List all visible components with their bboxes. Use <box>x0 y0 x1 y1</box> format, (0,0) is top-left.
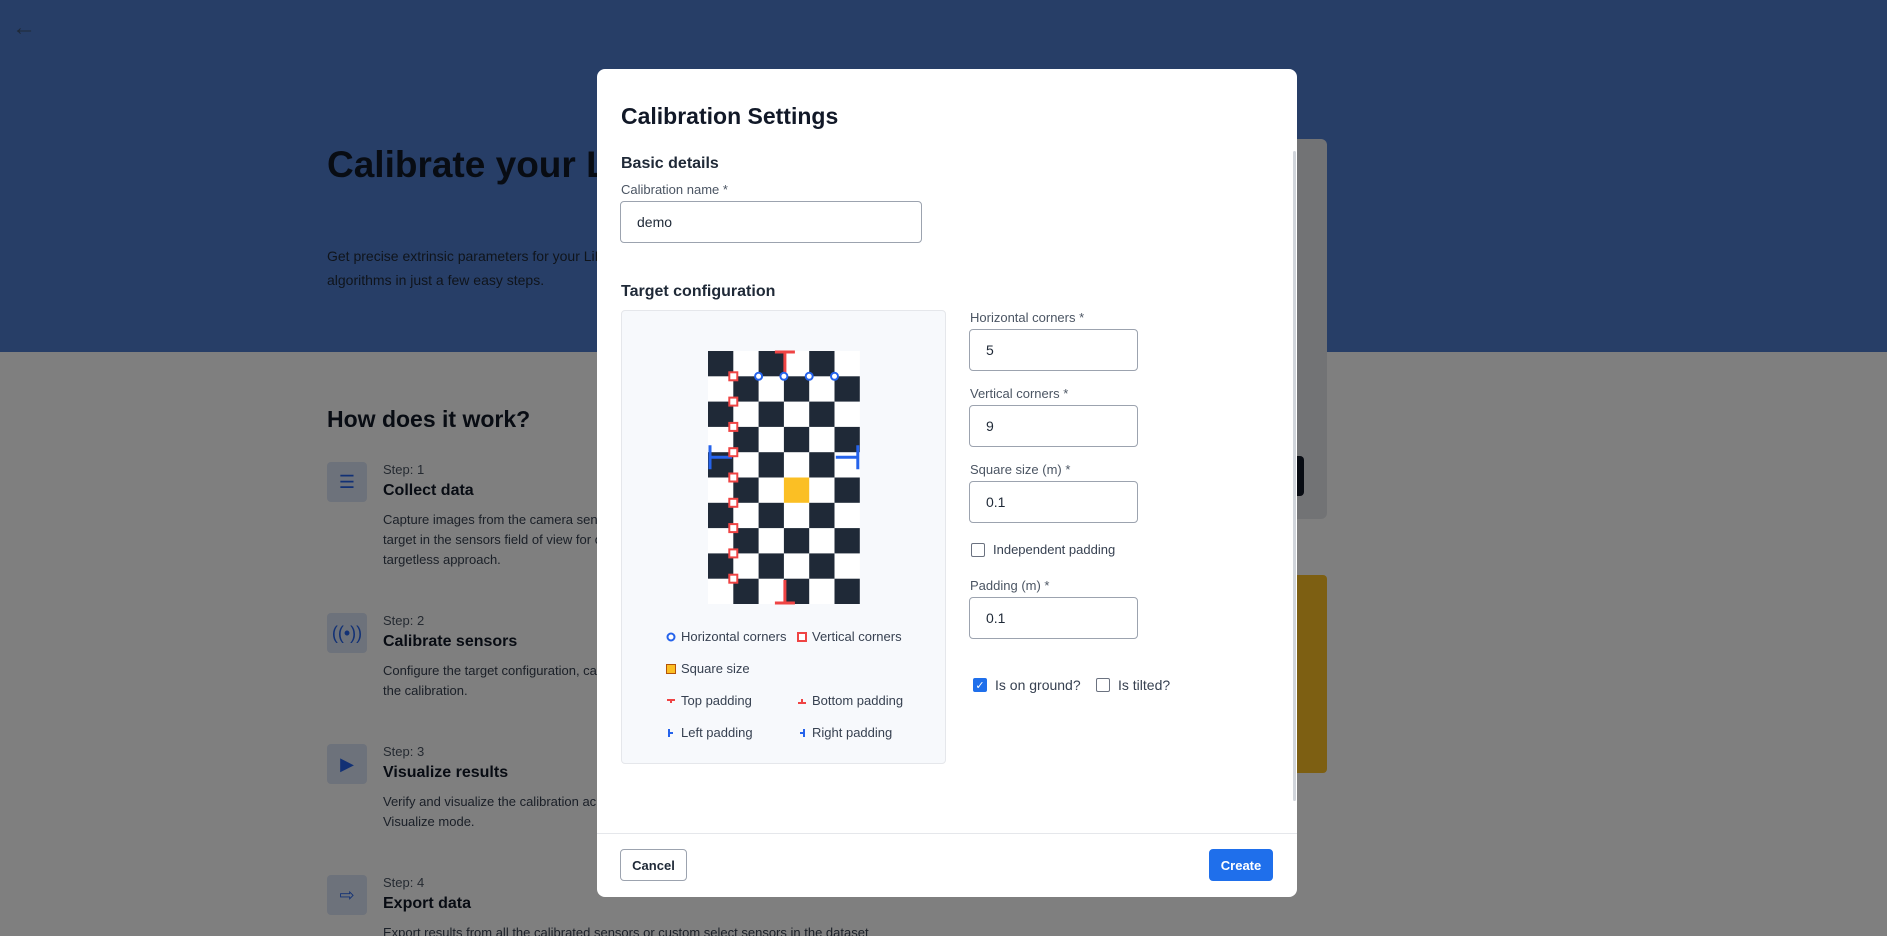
vertical-corner-marker <box>728 421 739 432</box>
board-square <box>783 528 810 554</box>
board-square <box>809 553 835 579</box>
board-square <box>834 477 860 503</box>
horizontal-corner-marker <box>779 371 789 381</box>
legend-horizontal-corners: Horizontal corners <box>666 629 787 644</box>
board-square <box>809 502 835 529</box>
vertical-corners-input[interactable] <box>969 405 1138 447</box>
square-size-highlight <box>783 477 810 503</box>
target-configuration-heading: Target configuration <box>621 283 776 300</box>
calibration-name-label: Calibration name * <box>621 182 728 197</box>
square-size-marker-icon <box>666 663 676 674</box>
target-preview-panel: Horizontal corners Vertical corners Squa… <box>621 310 946 764</box>
board-square <box>809 351 835 377</box>
back-arrow-icon[interactable]: ← <box>12 14 36 42</box>
bottom-padding-marker-icon <box>797 696 807 706</box>
square-size-label: Square size (m) * <box>970 462 1071 477</box>
board-square <box>834 376 860 402</box>
board-square <box>834 426 860 453</box>
padding-label: Padding (m) * <box>970 578 1050 593</box>
horizontal-corner-marker <box>804 371 814 381</box>
board-square <box>758 401 784 427</box>
board-square <box>758 553 784 579</box>
footer-divider <box>597 833 1297 834</box>
board-square <box>783 376 810 402</box>
checkbox-label: Independent padding <box>993 542 1116 557</box>
legend-label: Top padding <box>681 693 752 708</box>
board-square <box>809 401 835 427</box>
board-square <box>783 426 810 453</box>
top-padding-marker-icon <box>666 696 676 706</box>
dialog-title: Calibration Settings <box>621 103 839 129</box>
legend-label: Square size <box>681 661 750 676</box>
board-square <box>809 452 835 478</box>
horizontal-corners-input[interactable] <box>969 329 1138 371</box>
basic-details-heading: Basic details <box>621 155 719 172</box>
legend-vertical-corners: Vertical corners <box>797 629 902 644</box>
vertical-corner-marker <box>728 497 739 508</box>
legend-label: Horizontal corners <box>681 629 787 644</box>
square-size-input[interactable] <box>969 481 1138 523</box>
legend-bottom-padding: Bottom padding <box>797 693 903 708</box>
horizontal-corners-label: Horizontal corners * <box>970 310 1085 325</box>
vertical-corner-marker <box>728 396 739 407</box>
board-square <box>834 528 860 554</box>
legend-left-padding: Left padding <box>666 725 753 740</box>
vertical-corner-marker <box>728 548 739 559</box>
tilted-checkbox[interactable]: Is tilted? <box>1096 677 1170 693</box>
calibration-name-input[interactable] <box>620 201 922 243</box>
legend-label: Left padding <box>681 725 753 740</box>
padding-input[interactable] <box>969 597 1138 639</box>
horizontal-corner-marker <box>754 371 764 381</box>
right-padding-marker-icon <box>797 728 807 738</box>
vertical-corner-marker-icon <box>797 631 807 642</box>
vertical-corner-marker <box>728 523 739 534</box>
checkbox-label: Is on ground? <box>995 677 1081 693</box>
dialog-scrollbar[interactable] <box>1293 151 1296 801</box>
checkbox-box[interactable] <box>1096 678 1110 692</box>
legend-right-padding: Right padding <box>797 725 892 740</box>
legend-top-padding: Top padding <box>666 693 752 708</box>
cancel-button[interactable]: Cancel <box>620 849 687 881</box>
vertical-corners-label: Vertical corners * <box>970 386 1069 401</box>
create-button[interactable]: Create <box>1209 849 1273 881</box>
vertical-corner-marker <box>728 472 739 483</box>
vertical-corner-marker <box>728 371 739 382</box>
horizontal-corner-marker <box>830 371 839 381</box>
checkmark-icon[interactable]: ✓ <box>973 678 987 692</box>
legend-label: Right padding <box>812 725 893 740</box>
checkbox-box[interactable] <box>971 542 985 557</box>
board-square <box>758 452 784 478</box>
vertical-corner-marker <box>728 447 739 458</box>
board-square <box>758 351 784 377</box>
legend-label: Bottom padding <box>812 693 904 708</box>
calibration-settings-dialog: Calibration Settings Basic details Calib… <box>597 69 1297 897</box>
legend-label: Vertical corners <box>812 629 902 644</box>
vertical-corner-marker <box>728 573 739 584</box>
independent-padding-checkbox[interactable]: Independent padding <box>971 542 1115 557</box>
board-square <box>783 578 810 604</box>
legend-square-size: Square size <box>666 661 750 676</box>
checkbox-label: Is tilted? <box>1118 677 1171 693</box>
horizontal-corner-marker-icon <box>666 632 676 642</box>
board-square <box>758 502 784 529</box>
on-ground-checkbox[interactable]: ✓ Is on ground? <box>973 677 1081 693</box>
checkerboard-diagram <box>708 350 860 605</box>
left-padding-marker-icon <box>666 728 676 738</box>
board-square <box>834 578 860 604</box>
